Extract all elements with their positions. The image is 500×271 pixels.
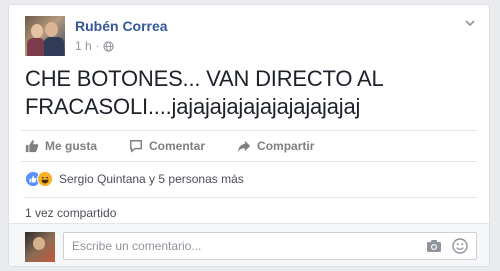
post-time[interactable]: 1 h	[75, 39, 92, 53]
camera-icon[interactable]	[426, 238, 442, 254]
author-name[interactable]: Rubén Correa	[75, 18, 168, 34]
shares-row: 1 vez compartido	[25, 197, 477, 225]
action-bar: Me gusta Comentar Compartir	[21, 130, 477, 162]
post-card: Rubén Correa 1 h · CHE BOTONES... VAN DI…	[8, 4, 490, 267]
reactions-summary[interactable]: Sergio Quintana y 5 personas más	[25, 170, 477, 188]
share-label: Compartir	[257, 139, 315, 153]
haha-reaction-icon	[37, 171, 53, 187]
thumbs-up-icon	[25, 140, 39, 153]
like-label: Me gusta	[45, 139, 98, 153]
post-text: CHE BOTONES... VAN DIRECTO AL FRACASOLI.…	[25, 66, 383, 119]
comment-icon	[130, 140, 142, 153]
post-header: Rubén Correa 1 h ·	[25, 16, 477, 56]
commenter-avatar[interactable]	[25, 232, 55, 262]
shares-count[interactable]: 1 vez compartido	[25, 206, 116, 220]
reactions-text[interactable]: Sergio Quintana y 5 personas más	[59, 172, 244, 186]
globe-icon[interactable]	[103, 40, 114, 52]
comment-input-icons	[426, 238, 468, 254]
share-button[interactable]: Compartir	[233, 139, 314, 153]
like-button[interactable]: Me gusta	[21, 139, 97, 153]
meta-separator: ·	[95, 40, 100, 52]
share-arrow-icon	[237, 140, 251, 153]
author-avatar[interactable]	[25, 16, 65, 56]
comment-input[interactable]: Escribe un comentario...	[63, 232, 477, 260]
chevron-down-icon[interactable]	[463, 16, 477, 30]
comment-button[interactable]: Comentar	[125, 139, 205, 153]
post-meta: 1 h ·	[75, 39, 114, 53]
reaction-icons	[25, 171, 55, 187]
comment-label: Comentar	[149, 139, 206, 153]
emoji-icon[interactable]	[452, 238, 468, 254]
comment-placeholder: Escribe un comentario...	[72, 239, 202, 253]
comment-composer: Escribe un comentario...	[9, 223, 489, 266]
